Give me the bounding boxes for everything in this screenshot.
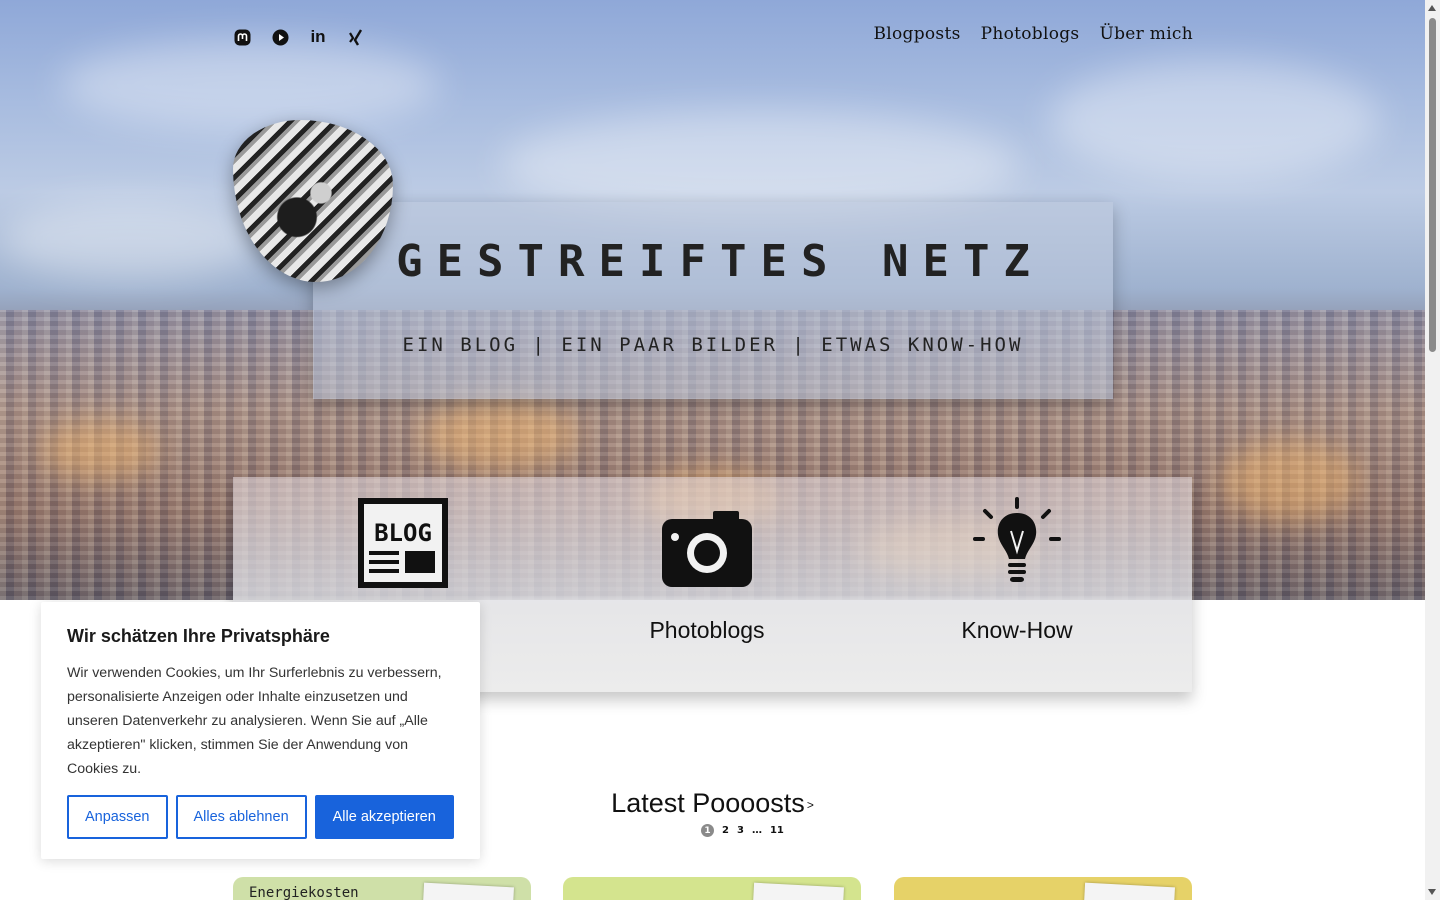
page-11[interactable]: 11 (770, 825, 784, 836)
play-circle-icon[interactable] (271, 28, 289, 46)
post-card[interactable]: Energiekosten (233, 877, 531, 900)
social-links: in (233, 27, 365, 46)
nav-blogposts[interactable]: Blogposts (873, 24, 960, 44)
category-photoblogs[interactable]: Photoblogs (607, 497, 807, 644)
site-title: GESTREIFTES NETZ (396, 236, 1044, 287)
cookie-buttons: Anpassen Alles ablehnen Alle akzeptieren (67, 795, 454, 839)
category-label: Know-How (961, 617, 1073, 643)
page-1[interactable]: 1 (701, 824, 714, 837)
blog-icon: BLOG (303, 497, 503, 589)
pagination: 1 2 3 … 11 (701, 824, 784, 837)
page-3[interactable]: 3 (737, 825, 744, 836)
linkedin-icon[interactable]: in (309, 27, 327, 46)
site-subtitle: EIN BLOG | EIN PAAR BILDER | ETWAS KNOW-… (402, 334, 1024, 356)
cookie-consent-dialog: Wir schätzen Ihre Privatsphäre Wir verwe… (41, 602, 480, 859)
category-know-how[interactable]: Know-How (917, 497, 1117, 644)
category-label: Photoblogs (649, 617, 765, 643)
category-blogposts[interactable]: BLOG (303, 497, 503, 589)
scrollbar-thumb[interactable] (1429, 18, 1436, 352)
post-card[interactable] (563, 877, 861, 900)
post-card[interactable] (894, 877, 1192, 900)
page-ellipsis: … (751, 825, 762, 836)
more-arrow-icon[interactable]: > (807, 798, 814, 812)
xing-icon[interactable] (347, 28, 365, 46)
lightbulb-icon (917, 497, 1117, 589)
latest-posts-title[interactable]: Latest Poooosts > (611, 788, 814, 819)
scroll-down-arrow-icon[interactable] (1428, 889, 1436, 895)
page-2[interactable]: 2 (722, 825, 729, 836)
blog-icon-text: BLOG (374, 519, 432, 547)
scrollbar[interactable] (1425, 0, 1440, 900)
cookie-title: Wir schätzen Ihre Privatsphäre (67, 626, 330, 646)
camera-icon (607, 497, 807, 589)
nav-ueber-mich[interactable]: Über mich (1099, 24, 1193, 44)
cookie-text: Wir verwenden Cookies, um Ihr Surferlebn… (67, 665, 442, 777)
title-card: GESTREIFTES NETZ EIN BLOG | EIN PAAR BIL… (313, 202, 1113, 399)
customize-button[interactable]: Anpassen (67, 795, 168, 839)
reject-all-button[interactable]: Alles ablehnen (175, 795, 307, 839)
nav-photoblogs[interactable]: Photoblogs (981, 24, 1080, 44)
mastodon-icon[interactable] (233, 28, 251, 46)
scroll-up-arrow-icon[interactable] (1428, 5, 1436, 11)
main-nav: Blogposts Photoblogs Über mich (873, 24, 1193, 44)
accept-all-button[interactable]: Alle akzeptieren (314, 795, 454, 839)
